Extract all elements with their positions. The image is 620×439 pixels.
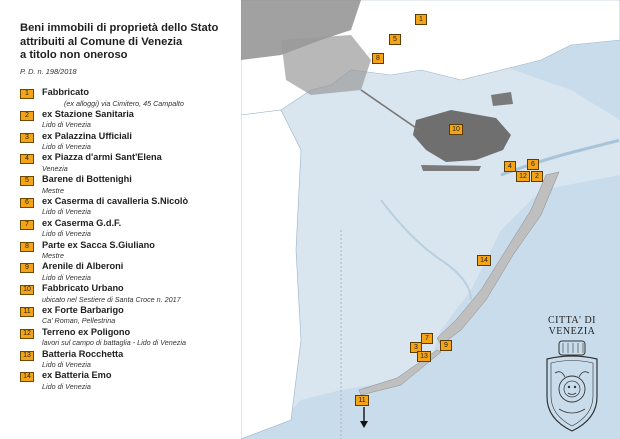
map-marker-6[interactable]: 6	[527, 159, 539, 170]
legend-number: 6	[20, 197, 34, 208]
legend-location: lavori sul campo di battaglia - Lido di …	[42, 338, 186, 348]
map-marker-13[interactable]: 13	[417, 351, 431, 362]
map-marker-9[interactable]: 9	[440, 340, 452, 351]
legend-location: (ex alloggi) via Cimitero, 45 Campalto	[64, 98, 184, 108]
legend-item-14: 14 ex Batteria Emo Lido di Venezia	[20, 370, 238, 392]
map-marker-5[interactable]: 5	[389, 34, 401, 45]
map-marker-11[interactable]: 11	[355, 395, 369, 406]
map-marker-14[interactable]: 14	[477, 255, 491, 266]
map-marker-7[interactable]: 7	[421, 333, 433, 344]
legend-list: 1 Fabbricato (ex alloggi) via Cimitero, …	[20, 87, 238, 392]
legend-number: 10	[20, 285, 34, 296]
legend-panel: Beni immobili di proprietà dello Stato a…	[0, 0, 241, 439]
legend-location: ubicato nel Sestiere di Santa Croce n. 2…	[42, 294, 181, 304]
legend-title: ex Caserma G.d.F.	[42, 217, 122, 228]
legend-location: Mestre	[42, 185, 64, 195]
legend-number: 4	[20, 154, 34, 165]
decree-reference: P. D. n. 198/2018	[20, 67, 77, 76]
legend-location: Lido di Venezia	[42, 360, 91, 370]
legend-number: 11	[20, 306, 34, 317]
title-line-3: a titolo non oneroso	[20, 49, 128, 61]
legend-item-11: 11 ex Forte Barbarigo Ca' Roman, Pellest…	[20, 305, 238, 327]
legend-title: ex Piazza d'armi Sant'Elena	[42, 152, 162, 163]
crest-line-1: CITTA' DI	[548, 315, 596, 326]
legend-title: Barene di Bottenighi	[42, 174, 132, 185]
legend-number: 5	[20, 176, 34, 187]
legend-location: Lido di Venezia	[42, 229, 91, 239]
legend-title: Arenile di Alberoni	[42, 261, 124, 272]
map-marker-1[interactable]: 1	[415, 14, 427, 25]
legend-title: ex Palazzina Ufficiali	[42, 130, 132, 141]
legend-title: ex Batteria Emo	[42, 370, 112, 381]
legend-item-8: 8 Parte ex Sacca S.Giuliano Mestre	[20, 240, 238, 262]
legend-location: Ca' Roman, Pellestrina	[42, 316, 116, 326]
legend-title: ex Stazione Sanitaria	[42, 108, 134, 119]
legend-title: Terreno ex Poligono	[42, 326, 131, 337]
legend-location: Lido di Venezia	[42, 272, 91, 282]
legend-location: Venezia	[42, 163, 68, 173]
legend-location: Lido di Venezia	[42, 120, 91, 130]
crest-line-2: VENEZIA	[548, 326, 596, 337]
map-marker-8[interactable]: 8	[372, 53, 384, 64]
map-marker-12[interactable]: 12	[516, 171, 530, 182]
legend-title: ex Forte Barbarigo	[42, 304, 124, 315]
legend-number: 12	[20, 328, 34, 339]
crest-text: CITTA' DI VENEZIA	[541, 315, 603, 337]
legend-item-1: 1 Fabbricato (ex alloggi) via Cimitero, …	[20, 87, 238, 109]
legend-item-2: 2 ex Stazione Sanitaria Lido di Venezia	[20, 109, 238, 131]
legend-item-9: 9 Arenile di Alberoni Lido di Venezia	[20, 261, 238, 283]
legend-number: 8	[20, 241, 34, 252]
legend-title: Batteria Rocchetta	[42, 348, 124, 359]
legend-item-10: 10 Fabbricato Urbano ubicato nel Sestier…	[20, 283, 238, 305]
legend-number: 13	[20, 350, 34, 361]
map-marker-4[interactable]: 4	[504, 161, 516, 172]
title-line-2: attribuiti al Comune di Venezia	[20, 35, 183, 48]
giudecca	[421, 165, 481, 171]
legend-location: Lido di Venezia	[42, 207, 91, 217]
legend-number: 3	[20, 132, 34, 143]
legend-item-4: 4 ex Piazza d'armi Sant'Elena Venezia	[20, 152, 238, 174]
legend-number: 14	[20, 372, 34, 383]
legend-item-7: 7 ex Caserma G.d.F. Lido di Venezia	[20, 218, 238, 240]
legend-title: Fabbricato Urbano	[42, 283, 124, 294]
legend-item-3: 3 ex Palazzina Ufficiali Lido di Venezia	[20, 131, 238, 153]
title-line-1: Beni immobili di proprietà dello Stato	[20, 22, 219, 34]
legend-item-5: 5 Barene di Bottenighi Mestre	[20, 174, 238, 196]
lion-shield-icon	[546, 340, 598, 432]
legend-title: Parte ex Sacca S.Giuliano	[42, 239, 155, 250]
legend-title: Fabbricato	[42, 87, 89, 97]
legend-number: 1	[20, 89, 34, 99]
legend-location: Lido di Venezia	[42, 381, 91, 391]
legend-number: 2	[20, 110, 34, 121]
map-marker-10[interactable]: 10	[449, 124, 463, 135]
legend-item-13: 13 Batteria Rocchetta Lido di Venezia	[20, 349, 238, 371]
map-title: Beni immobili di proprietà dello Stato a…	[20, 22, 235, 63]
legend-location: Mestre	[42, 251, 64, 261]
mainland-west	[241, 109, 302, 439]
citta-di-venezia-logo: CITTA' DI VENEZIA	[541, 315, 603, 433]
legend-item-12: 12 Terreno ex Poligono lavori sul campo …	[20, 327, 238, 349]
map-marker-2[interactable]: 2	[531, 171, 543, 182]
legend-location: Lido di Venezia	[42, 142, 91, 152]
legend-item-6: 6 ex Caserma di cavalleria S.Nicolò Lido…	[20, 196, 238, 218]
legend-number: 9	[20, 263, 34, 274]
legend-number: 7	[20, 219, 34, 230]
legend-title: ex Caserma di cavalleria S.Nicolò	[42, 195, 189, 206]
